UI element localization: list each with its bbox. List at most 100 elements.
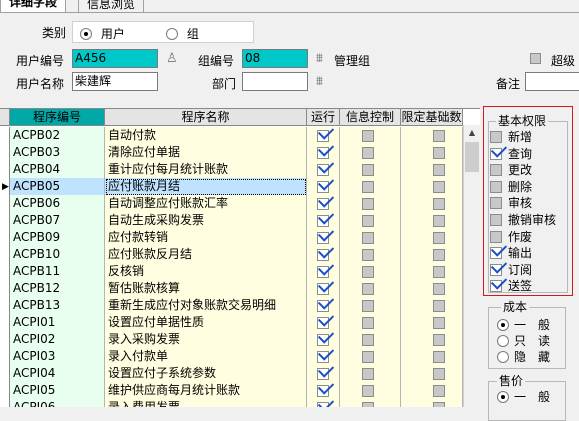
info-control-cell[interactable] — [340, 280, 401, 298]
price-radio-option[interactable]: 一 般 — [497, 390, 550, 405]
dept-lookup-icon[interactable]: ⩩ — [316, 75, 323, 89]
row-indicator[interactable] — [0, 246, 10, 264]
dept-field[interactable] — [242, 72, 308, 91]
program-code-cell[interactable]: ACPI05 — [10, 382, 105, 400]
limit-basic-checkbox[interactable] — [433, 164, 445, 176]
info-control-checkbox[interactable] — [362, 130, 374, 142]
limit-basic-cell[interactable] — [401, 161, 463, 179]
run-checkbox[interactable] — [317, 334, 329, 346]
program-name-cell[interactable]: 应付账款月结 — [105, 178, 307, 196]
permission-item[interactable]: 查询 — [490, 146, 532, 162]
program-code-cell[interactable]: ACPB06 — [10, 195, 105, 213]
super-checkbox[interactable] — [530, 53, 541, 64]
permission-item[interactable]: 新增 — [490, 129, 532, 145]
run-checkbox[interactable] — [317, 300, 329, 312]
limit-basic-cell[interactable] — [401, 297, 463, 315]
permission-item[interactable]: 送签 — [490, 278, 532, 294]
info-control-checkbox[interactable] — [362, 402, 374, 407]
table-row[interactable]: ACPI05 维护供应商每月统计账款 — [0, 382, 480, 400]
run-cell[interactable] — [307, 297, 340, 315]
info-control-checkbox[interactable] — [362, 283, 374, 295]
cost-radio-option[interactable]: 只 读 — [497, 334, 550, 349]
program-name-cell[interactable]: 反核销 — [105, 263, 307, 281]
cost-radio-option[interactable]: 一 般 — [497, 318, 550, 333]
info-control-checkbox[interactable] — [362, 351, 374, 363]
info-control-cell[interactable] — [340, 246, 401, 264]
row-indicator[interactable] — [0, 212, 10, 230]
limit-basic-cell[interactable] — [401, 178, 463, 196]
program-name-cell[interactable]: 应付款转销 — [105, 229, 307, 247]
info-control-checkbox[interactable] — [362, 385, 374, 397]
limit-basic-cell[interactable] — [401, 229, 463, 247]
program-name-cell[interactable]: 重新生成应付对象账款交易明细 — [105, 297, 307, 315]
row-indicator[interactable] — [0, 280, 10, 298]
info-control-checkbox[interactable] — [362, 198, 374, 210]
cost-radio-option[interactable]: 隐 藏 — [497, 350, 550, 365]
run-cell[interactable] — [307, 144, 340, 162]
permission-item[interactable]: 删除 — [490, 179, 532, 195]
run-cell[interactable] — [307, 246, 340, 264]
program-code-cell[interactable]: ACPB13 — [10, 297, 105, 315]
run-checkbox[interactable] — [317, 351, 329, 363]
run-checkbox[interactable] — [317, 215, 329, 227]
permission-item[interactable]: 订阅 — [490, 262, 532, 278]
info-control-cell[interactable] — [340, 399, 401, 407]
run-cell[interactable] — [307, 195, 340, 213]
limit-basic-cell[interactable] — [401, 314, 463, 332]
run-cell[interactable] — [307, 365, 340, 383]
group-lookup-icon[interactable]: ⩩ — [316, 52, 323, 66]
info-control-cell[interactable] — [340, 161, 401, 179]
permission-item[interactable]: 输出 — [490, 245, 532, 261]
limit-basic-cell[interactable] — [401, 382, 463, 400]
info-control-checkbox[interactable] — [362, 317, 374, 329]
program-code-cell[interactable]: ACPB05 — [10, 178, 105, 196]
table-row[interactable]: ACPB09 应付款转销 — [0, 229, 480, 247]
scroll-up-icon[interactable]: ▲ — [464, 125, 480, 141]
table-row[interactable]: ACPI02 录入采购发票 — [0, 331, 480, 349]
run-checkbox[interactable] — [317, 385, 329, 397]
header-program-code[interactable]: 程序编号 — [10, 109, 105, 126]
permission-checkbox[interactable] — [490, 147, 502, 160]
info-control-cell[interactable] — [340, 212, 401, 230]
permission-checkbox[interactable] — [490, 214, 502, 226]
program-code-cell[interactable]: ACPI06 — [10, 399, 105, 407]
limit-basic-checkbox[interactable] — [433, 147, 445, 159]
limit-basic-cell[interactable] — [401, 263, 463, 281]
limit-basic-checkbox[interactable] — [433, 198, 445, 210]
run-cell[interactable] — [307, 348, 340, 366]
program-code-cell[interactable]: ACPI04 — [10, 365, 105, 383]
limit-basic-checkbox[interactable] — [433, 300, 445, 312]
program-code-cell[interactable]: ACPB09 — [10, 229, 105, 247]
run-cell[interactable] — [307, 178, 340, 196]
program-name-cell[interactable]: 清除应付单据 — [105, 144, 307, 162]
limit-basic-cell[interactable] — [401, 348, 463, 366]
run-checkbox[interactable] — [317, 249, 329, 261]
run-cell[interactable] — [307, 161, 340, 179]
limit-basic-cell[interactable] — [401, 195, 463, 213]
info-control-checkbox[interactable] — [362, 181, 374, 193]
group-id-field[interactable]: 08 — [242, 49, 308, 68]
row-indicator[interactable] — [0, 399, 10, 407]
info-control-cell[interactable] — [340, 365, 401, 383]
limit-basic-cell[interactable] — [401, 399, 463, 407]
header-limit-basic[interactable]: 限定基础数 — [401, 109, 463, 126]
permission-checkbox[interactable] — [490, 180, 502, 193]
limit-basic-checkbox[interactable] — [433, 249, 445, 261]
limit-basic-checkbox[interactable] — [433, 317, 445, 329]
run-cell[interactable] — [307, 212, 340, 230]
program-name-cell[interactable]: 自动调整应付账款汇率 — [105, 195, 307, 213]
info-control-checkbox[interactable] — [362, 266, 374, 278]
program-name-cell[interactable]: 自动生成采购发票 — [105, 212, 307, 230]
row-indicator[interactable] — [0, 365, 10, 383]
limit-basic-checkbox[interactable] — [433, 351, 445, 363]
program-code-cell[interactable]: ACPB02 — [10, 127, 105, 145]
limit-basic-checkbox[interactable] — [433, 334, 445, 346]
run-checkbox[interactable] — [317, 283, 329, 295]
info-control-cell[interactable] — [340, 195, 401, 213]
run-checkbox[interactable] — [317, 130, 329, 142]
limit-basic-cell[interactable] — [401, 246, 463, 264]
table-row[interactable]: ACPI06 录入费用发票 — [0, 399, 480, 407]
note-field[interactable] — [525, 72, 579, 91]
header-run[interactable]: 运行 — [307, 109, 340, 126]
program-name-cell[interactable]: 暂估账款核算 — [105, 280, 307, 298]
